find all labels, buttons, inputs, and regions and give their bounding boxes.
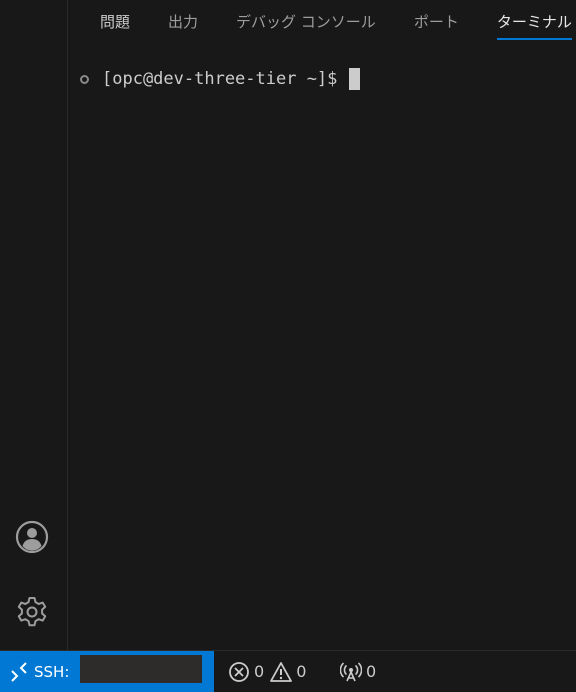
terminal-prompt: [opc@dev-three-tier ~]$ — [102, 69, 338, 89]
status-bar: SSH: 0 0 0 — [0, 650, 576, 692]
tab-problems[interactable]: 問題 — [100, 0, 130, 44]
terminal-cursor — [349, 68, 361, 90]
command-decoration-icon[interactable] — [80, 74, 89, 84]
problems-status[interactable]: 0 0 — [228, 651, 312, 692]
tab-terminal[interactable]: ターミナル — [496, 0, 572, 44]
tab-output[interactable]: 出力 — [168, 0, 198, 44]
terminal-line: [opc@dev-three-tier ~]$ — [80, 66, 361, 92]
tab-debug-console[interactable]: デバッグ コンソール — [236, 0, 376, 44]
remote-label: SSH: — [34, 662, 70, 681]
warning-count: 0 — [296, 662, 307, 681]
error-icon — [228, 661, 250, 683]
terminal[interactable]: [opc@dev-three-tier ~]$ — [68, 44, 576, 650]
panel-tabs: 問題 出力 デバッグ コンソール ポート ターミナル — [68, 0, 576, 44]
bottom-panel: 問題 出力 デバッグ コンソール ポート ターミナル [opc@dev-thre… — [68, 0, 576, 650]
radio-tower-icon — [340, 661, 362, 683]
forwarded-ports-count: 0 — [366, 662, 377, 681]
warning-icon — [270, 661, 293, 683]
remote-indicator[interactable]: SSH: — [0, 651, 214, 692]
activity-bar — [0, 0, 68, 650]
remote-icon — [8, 661, 30, 683]
remote-host-redacted — [80, 655, 202, 683]
error-count: 0 — [254, 662, 265, 681]
settings-gear-icon[interactable] — [12, 592, 52, 632]
tab-ports[interactable]: ポート — [414, 0, 459, 44]
ports-status[interactable]: 0 — [340, 651, 382, 692]
vscode-window: 問題 出力 デバッグ コンソール ポート ターミナル [opc@dev-thre… — [0, 0, 576, 692]
account-icon[interactable] — [12, 517, 52, 557]
